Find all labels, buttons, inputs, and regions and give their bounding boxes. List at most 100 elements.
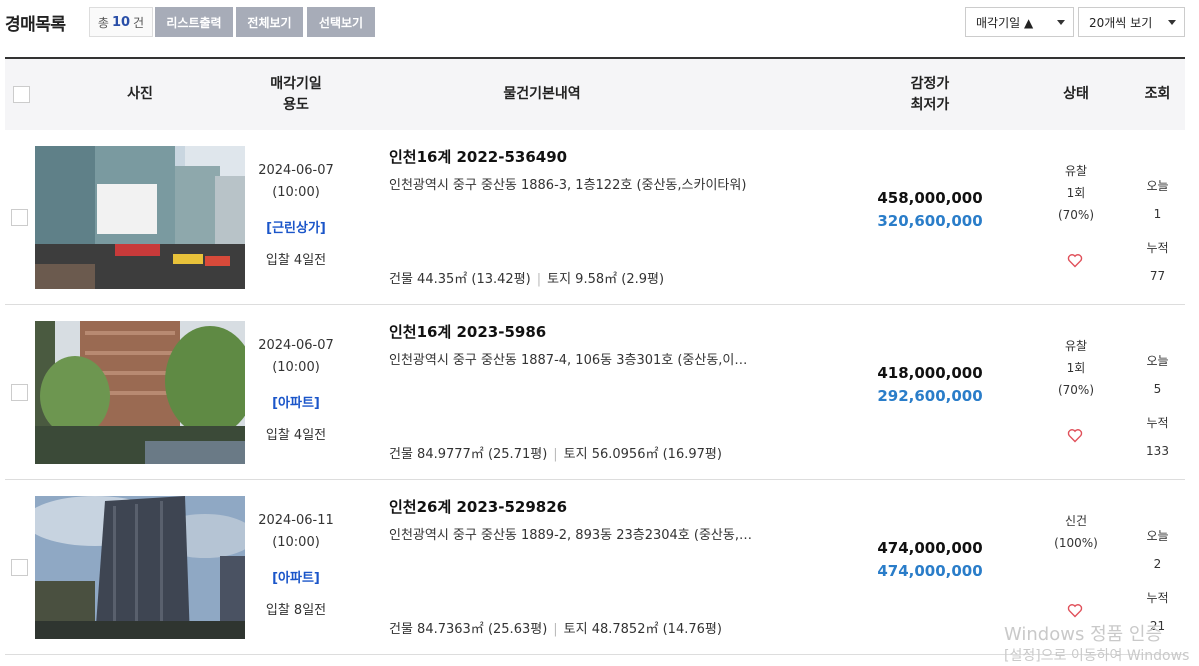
minimum-price: 320,600,000 <box>877 212 983 230</box>
property-address: 인천광역시 중구 중산동 1889-2, 893동 23층2304호 (중산동,… <box>389 528 752 543</box>
area-info: 건물 84.7363㎡ (25.63평) | 토지 48.7852㎡ (14.76평… <box>389 618 722 637</box>
column-min-price-label: 최저가 <box>910 96 950 113</box>
status-label: 유찰 <box>1064 339 1088 353</box>
views-cell: 오늘 5 누적 133 <box>1135 347 1180 465</box>
sale-time: (10:00) <box>272 185 320 200</box>
appraisal-price: 474,000,000 <box>877 539 983 557</box>
area-info: 건물 44.35㎡ (13.42평) | 토지 9.58㎡ (2.9평) <box>389 268 664 287</box>
status-count: 1회 <box>1066 361 1086 375</box>
sale-date: 2024-06-07 <box>258 163 334 178</box>
status-label: 유찰 <box>1064 164 1088 178</box>
views-cell: 오늘 1 누적 77 <box>1135 172 1180 290</box>
column-status-label: 상태 <box>1063 86 1089 102</box>
row-checkbox[interactable] <box>11 384 28 401</box>
total-prefix: 총 <box>97 15 109 30</box>
caret-down-icon <box>1057 20 1065 25</box>
divider: | <box>536 272 542 287</box>
views-today-label: 오늘 <box>1146 529 1169 543</box>
date-usage-cell: 2024-06-11 (10:00) [아파트] 입찰 8일전 <box>245 510 347 622</box>
column-date-label: 매각기일 <box>270 75 322 92</box>
property-photo[interactable] <box>35 146 245 289</box>
table-header: 사진 매각기일 용도 물건기본내역 감정가 최저가 상태 조회 <box>5 57 1185 130</box>
divider: | <box>553 447 558 462</box>
property-address: 인천광역시 중구 중산동 1886-3, 1층122호 (중산동,스카이타워) <box>389 178 747 193</box>
building-area: 건물 44.35㎡ (13.42평) <box>389 272 531 287</box>
usage-category: [근린상가] <box>266 221 326 236</box>
caret-down-icon <box>1168 20 1176 25</box>
column-basic: 물건기본내역 <box>389 59 695 130</box>
heart-icon[interactable] <box>1067 603 1083 618</box>
case-number-link[interactable]: 인천26계 2023-529826 <box>389 496 567 517</box>
column-basic-label: 물건기본내역 <box>503 86 581 102</box>
views-today: 1 <box>1153 207 1162 221</box>
table-row[interactable]: 2024-06-07 (10:00) [근린상가] 입찰 4일전 인천16계 2… <box>5 130 1185 305</box>
column-appraisal-label: 감정가 <box>910 75 950 92</box>
print-list-button[interactable]: 리스트출력 <box>155 7 233 37</box>
price-cell: 474,000,000 474,000,000 <box>865 537 995 583</box>
status-cell: 신건 (100%) <box>1035 510 1117 554</box>
column-photo: 사진 <box>35 59 245 130</box>
land-area: 토지 48.7852㎡ (14.76평) <box>563 622 722 637</box>
windows-activation-watermark: Windows 정품 인증 <box>1004 624 1163 645</box>
sale-date: 2024-06-11 <box>258 513 334 528</box>
views-total-label: 누적 <box>1146 591 1169 605</box>
column-usage-label: 용도 <box>283 96 309 113</box>
status-cell: 유찰 1회 (70%) <box>1035 335 1117 401</box>
column-price: 감정가 최저가 <box>865 59 995 130</box>
views-total-label: 누적 <box>1146 241 1169 255</box>
sort-select[interactable]: 매각기일 ▲ <box>965 7 1074 37</box>
column-photo-label: 사진 <box>127 86 153 102</box>
view-all-button[interactable]: 전체보기 <box>236 7 303 37</box>
sort-select-value: 매각기일 ▲ <box>976 15 1034 30</box>
property-photo[interactable] <box>35 321 245 464</box>
column-views-label: 조회 <box>1144 86 1171 102</box>
page-title: 경매목록 <box>5 15 66 35</box>
views-today-label: 오늘 <box>1146 354 1169 368</box>
date-usage-cell: 2024-06-07 (10:00) [근린상가] 입찰 4일전 <box>245 160 347 272</box>
views-total: 77 <box>1149 269 1166 283</box>
total-count-badge: 총 10 건 <box>89 7 153 37</box>
views-today: 5 <box>1153 382 1162 396</box>
select-all-cell <box>11 59 31 130</box>
bid-days-left: 입찰 4일전 <box>265 428 327 443</box>
row-checkbox[interactable] <box>11 209 28 226</box>
page-size-select-value: 20개씩 보기 <box>1089 15 1153 30</box>
sale-time: (10:00) <box>272 360 320 375</box>
building-photo-1 <box>35 146 245 289</box>
heart-icon[interactable] <box>1067 428 1083 443</box>
page-size-select[interactable]: 20개씩 보기 <box>1078 7 1185 37</box>
usage-category: [아파트] <box>272 571 320 586</box>
views-total-label: 누적 <box>1146 416 1169 430</box>
column-views: 조회 <box>1135 59 1180 130</box>
land-area: 토지 9.58㎡ (2.9평) <box>547 272 665 287</box>
minimum-price: 474,000,000 <box>877 562 983 580</box>
bid-days-left: 입찰 8일전 <box>265 603 327 618</box>
status-cell: 유찰 1회 (70%) <box>1035 160 1117 226</box>
status-percent: (70%) <box>1057 383 1095 397</box>
view-selected-button[interactable]: 선택보기 <box>307 7 375 37</box>
heart-icon[interactable] <box>1067 253 1083 268</box>
building-photo-2 <box>35 321 245 464</box>
case-number-link[interactable]: 인천16계 2022-536490 <box>389 146 567 167</box>
status-label: 신건 <box>1064 514 1088 528</box>
price-cell: 458,000,000 320,600,000 <box>865 187 995 233</box>
views-total: 133 <box>1146 444 1169 458</box>
property-address: 인천광역시 중구 중산동 1887-4, 106동 3층301호 (중산동,이… <box>389 353 748 368</box>
windows-activation-hint: [설정]으로 이동하여 Windows <box>1004 648 1190 664</box>
case-number-link[interactable]: 인천16계 2023-5986 <box>389 321 546 342</box>
area-info: 건물 84.9777㎡ (25.71평) | 토지 56.0956㎡ (16.97평… <box>389 443 722 462</box>
building-area: 건물 84.7363㎡ (25.63평) <box>389 622 548 637</box>
row-checkbox[interactable] <box>11 559 28 576</box>
status-percent: (70%) <box>1057 208 1095 222</box>
views-today-label: 오늘 <box>1146 179 1169 193</box>
select-all-checkbox[interactable] <box>12 86 30 103</box>
sale-time: (10:00) <box>272 535 320 550</box>
property-photo[interactable] <box>35 496 245 639</box>
building-area: 건물 84.9777㎡ (25.71평) <box>389 447 548 462</box>
usage-category: [아파트] <box>272 396 320 411</box>
minimum-price: 292,600,000 <box>877 387 983 405</box>
table-row[interactable]: 2024-06-07 (10:00) [아파트] 입찰 4일전 인천16계 20… <box>5 305 1185 480</box>
appraisal-price: 418,000,000 <box>877 364 983 382</box>
column-date-usage: 매각기일 용도 <box>245 59 347 130</box>
total-count: 10 <box>111 14 131 30</box>
